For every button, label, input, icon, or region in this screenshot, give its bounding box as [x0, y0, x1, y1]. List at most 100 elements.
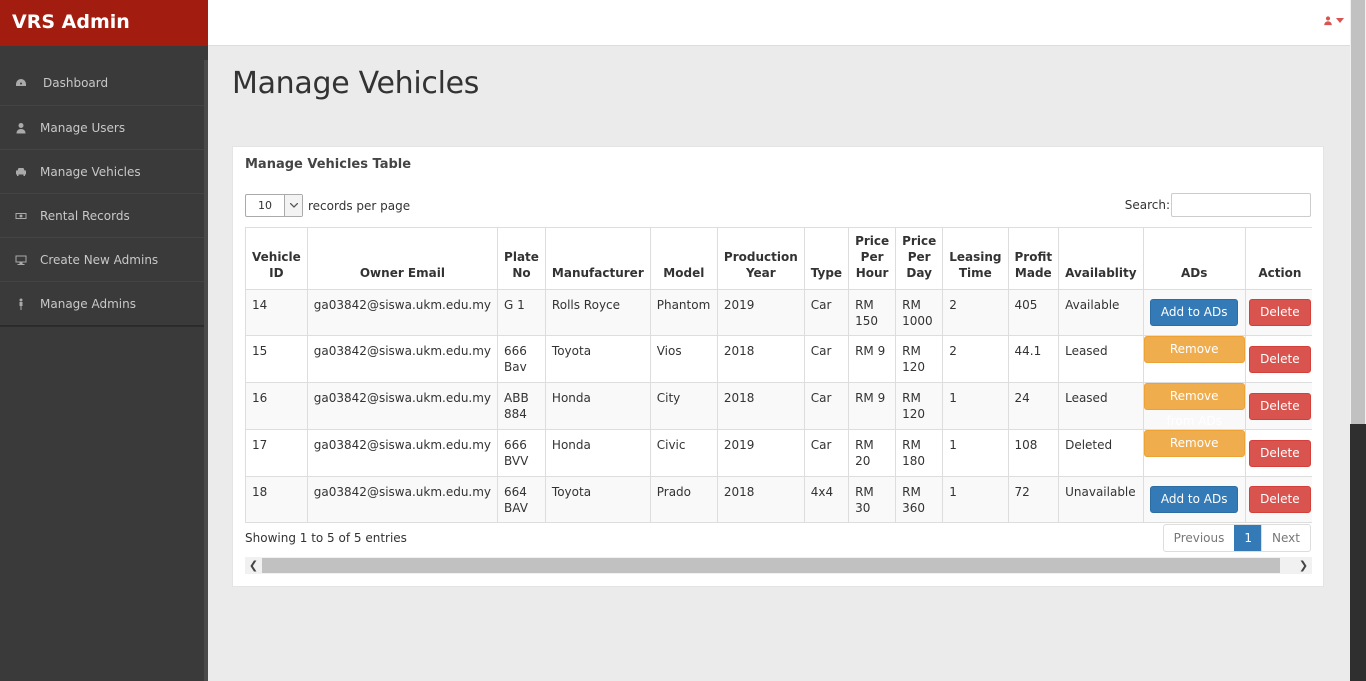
cell-price-per-hour: RM 9 — [848, 382, 897, 430]
cell-ads: Remove from ADs — [1142, 382, 1246, 430]
col-availability[interactable]: Availablity — [1058, 227, 1144, 290]
sidebar-item-label: Dashboard — [43, 76, 109, 90]
table-row: 17 ga03842@siswa.ukm.edu.my 666 BVV Honda Civ… — [245, 429, 1312, 477]
sidebar-item-rental-records[interactable]: Rental Records — [0, 193, 208, 237]
cell-manufacturer: Toyota — [544, 335, 651, 383]
sidebar-item-label: Create New Admins — [40, 252, 159, 267]
cell-action: Delete — [1244, 429, 1312, 477]
cell-price-per-day: RM 120 — [895, 382, 944, 430]
cell-price-per-day: RM 180 — [895, 429, 944, 477]
cell-production-year: 2018 — [716, 335, 805, 383]
pagination-next[interactable]: Next — [1261, 525, 1310, 551]
sidebar: VRS Admin Dashboard Manage Users Manage … — [0, 0, 208, 681]
scrollbar-thumb[interactable] — [1351, 0, 1365, 424]
cell-price-per-day: RM 1000 — [895, 289, 944, 336]
brand-logo[interactable]: VRS Admin — [0, 0, 208, 46]
dashboard-icon — [15, 77, 27, 89]
cell-type: 4x4 — [803, 476, 850, 523]
scroll-right-icon[interactable]: ❯ — [1295, 557, 1312, 574]
table-row: 16 ga03842@siswa.ukm.edu.my ABB 884 Honda Cit… — [245, 382, 1312, 430]
col-profit-made[interactable]: Profit Made — [1007, 227, 1060, 290]
scroll-left-icon[interactable]: ❮ — [245, 557, 262, 574]
add-to-ads-button[interactable]: Add to ADs — [1149, 486, 1239, 513]
delete-button[interactable]: Delete — [1249, 299, 1311, 326]
sidebar-item-manage-vehicles[interactable]: Manage Vehicles — [0, 149, 208, 193]
cell-profit-made: 44.1 — [1007, 335, 1060, 383]
col-action[interactable]: Action — [1244, 227, 1312, 290]
sidebar-item-create-new-admins[interactable]: Create New Admins — [0, 237, 208, 281]
table-horizontal-scrollbar[interactable]: ❮ ❯ — [245, 557, 1312, 574]
car-icon — [15, 166, 27, 178]
panel-heading: Manage Vehicles Table — [245, 157, 412, 172]
table-info: Showing 1 to 5 of 5 entries — [245, 531, 407, 545]
cell-production-year: 2019 — [716, 429, 805, 477]
cell-price-per-hour: RM 9 — [848, 335, 897, 383]
cell-ads: Remove from ADs — [1142, 429, 1246, 477]
cell-production-year: 2018 — [716, 476, 805, 523]
records-per-page-select[interactable]: 10 — [245, 194, 303, 217]
sidebar-item-label: Manage Admins — [40, 296, 136, 311]
user-menu-dropdown[interactable] — [1323, 15, 1344, 26]
sidebar-item-label: Rental Records — [40, 208, 130, 223]
cell-production-year: 2019 — [716, 289, 805, 336]
sidebar-item-dashboard[interactable]: Dashboard — [0, 61, 208, 105]
cell-type: Car — [803, 382, 850, 430]
money-icon — [15, 210, 27, 222]
remove-from-ads-button[interactable]: Remove from ADs — [1143, 430, 1245, 475]
col-production-year[interactable]: Production Year — [716, 227, 805, 290]
delete-button[interactable]: Delete — [1249, 486, 1311, 513]
select-value: 10 — [258, 199, 272, 212]
search-input[interactable] — [1171, 193, 1311, 217]
sidebar-item-manage-admins[interactable]: Manage Admins — [0, 281, 208, 325]
col-ads[interactable]: ADs — [1142, 227, 1246, 290]
col-manufacturer[interactable]: Manufacturer — [544, 227, 651, 290]
cell-profit-made: 405 — [1007, 289, 1060, 336]
add-to-ads-button[interactable]: Add to ADs — [1149, 299, 1239, 326]
cell-production-year: 2018 — [716, 382, 805, 430]
table-search: Search: — [1125, 193, 1311, 217]
sidebar-filler — [0, 326, 208, 681]
scrollbar-thumb[interactable] — [262, 558, 1280, 573]
cell-vehicle-id: 15 — [245, 335, 308, 383]
cell-profit-made: 108 — [1007, 429, 1060, 477]
delete-button[interactable]: Delete — [1249, 345, 1311, 373]
col-model[interactable]: Model — [649, 227, 718, 290]
cell-profit-made: 24 — [1007, 382, 1060, 430]
page-scrollbar[interactable] — [1350, 0, 1366, 681]
user-icon — [1324, 16, 1332, 26]
delete-button[interactable]: Delete — [1249, 439, 1311, 467]
cell-plate-no: 666 BVV — [497, 429, 546, 477]
caret-down-icon — [1336, 18, 1344, 23]
delete-button[interactable]: Delete — [1249, 392, 1311, 420]
table-header-row: Vehicle ID Owner Email Plate No Manufactur… — [245, 227, 1312, 290]
table-row: 14 ga03842@siswa.ukm.edu.my G 1 Rolls Royce… — [245, 289, 1312, 336]
cell-leasing-time: 1 — [942, 476, 1009, 523]
col-vehicle-id[interactable]: Vehicle ID — [245, 227, 308, 290]
cell-leasing-time: 1 — [942, 382, 1009, 430]
records-per-page-control: 10 records per page — [245, 194, 410, 217]
desktop-icon — [15, 254, 27, 266]
cell-action: Delete — [1244, 289, 1312, 336]
cell-vehicle-id: 16 — [245, 382, 308, 430]
table-row: 15 ga03842@siswa.ukm.edu.my 666 Bav Toyota Vi… — [245, 335, 1312, 383]
cell-ads: Remove from ADs — [1142, 335, 1246, 383]
cell-plate-no: ABB 884 — [497, 382, 546, 430]
col-owner-email[interactable]: Owner Email — [306, 227, 499, 290]
remove-from-ads-button[interactable]: Remove from ADs — [1143, 383, 1245, 428]
remove-from-ads-button[interactable]: Remove from ADs — [1143, 336, 1245, 381]
col-price-per-day[interactable]: Price Per Day — [895, 227, 944, 290]
cell-availability: Deleted — [1058, 429, 1144, 477]
cell-vehicle-id: 14 — [245, 289, 308, 336]
col-plate-no[interactable]: Plate No — [497, 227, 546, 290]
cell-model: Vios — [649, 335, 718, 383]
col-price-per-hour[interactable]: Price Per Hour — [848, 227, 897, 290]
cell-manufacturer: Honda — [544, 429, 651, 477]
col-type[interactable]: Type — [803, 227, 850, 290]
col-leasing-time[interactable]: Leasing Time — [942, 227, 1009, 290]
pagination-page-1[interactable]: 1 — [1234, 525, 1262, 551]
records-per-page-label: records per page — [308, 198, 411, 213]
cell-availability: Leased — [1058, 382, 1144, 430]
pagination: Previous 1 Next — [1162, 524, 1311, 552]
pagination-previous[interactable]: Previous — [1164, 525, 1235, 551]
sidebar-item-manage-users[interactable]: Manage Users — [0, 105, 208, 149]
